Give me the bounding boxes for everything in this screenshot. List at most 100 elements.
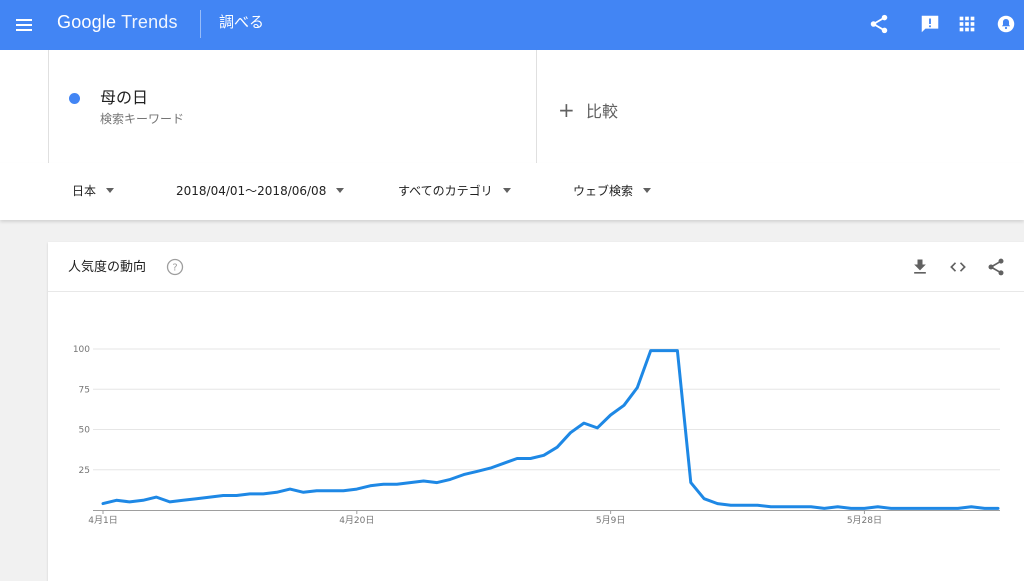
chevron-down-icon bbox=[106, 188, 115, 193]
data-point bbox=[569, 432, 571, 434]
data-point bbox=[342, 490, 344, 492]
data-point bbox=[609, 414, 611, 416]
data-point bbox=[957, 507, 959, 509]
compare-label: 比較 bbox=[586, 102, 619, 121]
data-point bbox=[783, 506, 785, 508]
data-point bbox=[409, 481, 411, 483]
data-point bbox=[436, 481, 438, 483]
data-point bbox=[369, 485, 371, 487]
data-point bbox=[396, 483, 398, 485]
search-term-card[interactable]: 母の日 検索キーワード bbox=[48, 50, 537, 163]
data-point bbox=[235, 494, 237, 496]
interest-over-time-card: 人気度の動向 ? 25 50 75 100 4月1日 4月20日 5月9日 5月28日 bbox=[48, 242, 1024, 581]
data-point bbox=[102, 502, 104, 504]
x-tick-label: 5月9日 bbox=[596, 515, 625, 526]
data-point bbox=[276, 491, 278, 493]
y-tick-label: 100 bbox=[73, 345, 90, 355]
search-property-filter[interactable]: ウェブ検索 bbox=[573, 183, 652, 199]
menu-icon[interactable] bbox=[12, 13, 36, 37]
apps-icon[interactable] bbox=[956, 13, 978, 35]
help-icon[interactable]: ? bbox=[166, 258, 184, 276]
data-point bbox=[529, 457, 531, 459]
data-point bbox=[756, 504, 758, 506]
x-tick-label: 4月1日 bbox=[88, 515, 117, 526]
data-point bbox=[970, 506, 972, 508]
x-tick-label: 4月20日 bbox=[339, 515, 374, 526]
logo-trends-text: Trends bbox=[121, 12, 178, 32]
data-point bbox=[516, 457, 518, 459]
header-divider bbox=[200, 10, 201, 38]
search-property-label: ウェブ検索 bbox=[573, 184, 634, 198]
logo-google-text: Google bbox=[57, 12, 117, 32]
embed-icon[interactable] bbox=[948, 257, 968, 277]
data-point bbox=[302, 491, 304, 493]
term-color-dot bbox=[69, 93, 80, 104]
data-point bbox=[676, 349, 678, 351]
date-range-filter[interactable]: 2018/04/01～2018/06/08 bbox=[176, 183, 345, 199]
plus-icon: + bbox=[558, 98, 575, 122]
category-filter[interactable]: すべてのカテゴリ bbox=[398, 183, 511, 199]
data-point bbox=[663, 349, 665, 351]
data-point bbox=[489, 467, 491, 469]
chevron-down-icon bbox=[336, 188, 345, 193]
data-point bbox=[903, 507, 905, 509]
data-point bbox=[943, 507, 945, 509]
term-type-label: 検索キーワード bbox=[100, 112, 185, 126]
data-point bbox=[155, 496, 157, 498]
compare-button[interactable]: + 比較 bbox=[558, 98, 618, 122]
data-point bbox=[543, 454, 545, 456]
card-header: 人気度の動向 ? bbox=[48, 242, 1024, 292]
app-header: Google Trends 調べる bbox=[0, 0, 1024, 50]
data-point bbox=[503, 462, 505, 464]
y-tick-label: 50 bbox=[79, 426, 91, 436]
share-icon[interactable] bbox=[868, 13, 890, 35]
svg-text:?: ? bbox=[172, 263, 177, 274]
data-point bbox=[422, 480, 424, 482]
data-point bbox=[716, 502, 718, 504]
term-bar: 母の日 検索キーワード + 比較 bbox=[0, 50, 1024, 164]
data-point bbox=[115, 499, 117, 501]
data-point bbox=[917, 507, 919, 509]
category-label: すべてのカテゴリ bbox=[398, 184, 493, 198]
chevron-down-icon bbox=[643, 188, 652, 193]
data-point bbox=[182, 499, 184, 501]
feedback-icon[interactable] bbox=[919, 13, 941, 35]
region-filter[interactable]: 日本 bbox=[72, 183, 115, 199]
data-point bbox=[596, 427, 598, 429]
data-point bbox=[997, 507, 999, 509]
data-point bbox=[650, 349, 652, 351]
data-point bbox=[249, 493, 251, 495]
data-point bbox=[169, 501, 171, 503]
share-icon[interactable] bbox=[986, 257, 1006, 277]
data-point bbox=[850, 507, 852, 509]
data-point bbox=[329, 490, 331, 492]
data-point bbox=[195, 498, 197, 500]
x-tick-label: 5月28日 bbox=[847, 515, 882, 526]
y-tick-label: 75 bbox=[79, 385, 90, 395]
notifications-icon[interactable] bbox=[995, 13, 1017, 35]
data-point bbox=[142, 499, 144, 501]
chevron-down-icon bbox=[502, 188, 511, 193]
data-point bbox=[863, 507, 865, 509]
data-point bbox=[796, 506, 798, 508]
data-point bbox=[209, 496, 211, 498]
data-point bbox=[382, 483, 384, 485]
explore-link[interactable]: 調べる bbox=[219, 12, 264, 32]
data-point bbox=[316, 490, 318, 492]
data-point bbox=[770, 506, 772, 508]
data-point bbox=[356, 488, 358, 490]
region-filter-label: 日本 bbox=[72, 184, 97, 198]
data-point bbox=[289, 488, 291, 490]
data-point bbox=[823, 507, 825, 509]
filter-bar: 日本 2018/04/01～2018/06/08 すべてのカテゴリ ウェブ検索 bbox=[0, 163, 1024, 220]
data-point bbox=[983, 507, 985, 509]
google-trends-logo[interactable]: Google Trends bbox=[57, 10, 178, 34]
data-point bbox=[222, 494, 224, 496]
download-icon[interactable] bbox=[910, 257, 930, 277]
data-point bbox=[449, 478, 451, 480]
data-point bbox=[463, 473, 465, 475]
term-title[interactable]: 母の日 bbox=[100, 87, 148, 109]
data-point bbox=[703, 498, 705, 500]
data-point bbox=[930, 507, 932, 509]
data-point bbox=[730, 504, 732, 506]
